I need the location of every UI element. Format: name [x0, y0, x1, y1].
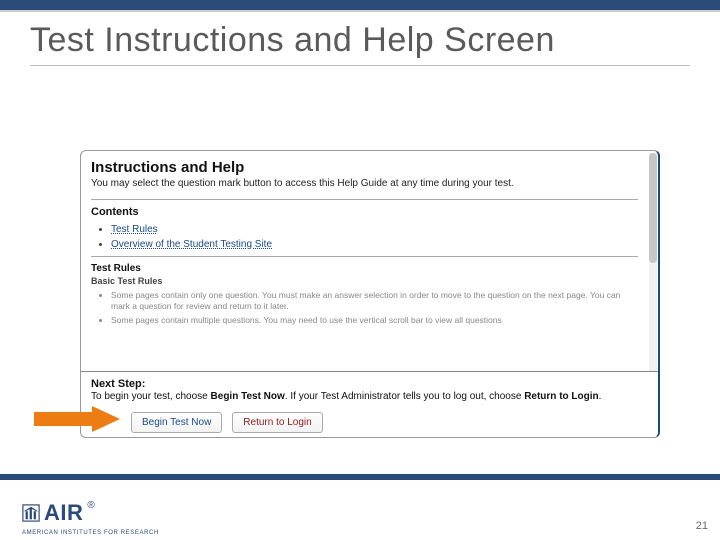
scrollbar-thumb[interactable]: [649, 153, 657, 263]
footer-panel: Next Step: To begin your test, choose Be…: [81, 371, 658, 437]
title-rule: [30, 65, 690, 66]
next-step-text: To begin your test, choose Begin Test No…: [91, 391, 648, 404]
text: .: [599, 391, 602, 402]
next-step-label: Next Step:: [91, 378, 648, 390]
registered-mark: ®: [87, 500, 94, 511]
app-window: Instructions and Help You may select the…: [80, 150, 660, 438]
list-item: Test Rules: [111, 224, 638, 235]
basic-rules-heading: Basic Test Rules: [91, 276, 638, 286]
contents-list: Test Rules Overview of the Student Testi…: [91, 224, 638, 250]
slide: Test Instructions and Help Screen Instru…: [0, 0, 720, 540]
footer-strip: AIR ® AMERICAN INSTITUTES FOR RESEARCH 2…: [0, 474, 720, 540]
list-item: Some pages contain only one question. Yo…: [111, 290, 638, 313]
page-number: 21: [696, 520, 708, 532]
toc-link-overview[interactable]: Overview of the Student Testing Site: [111, 239, 272, 250]
text-bold: Begin Test Now: [211, 391, 285, 402]
list-item: Some pages contain multiple questions. Y…: [111, 315, 638, 326]
logo-text: AIR: [44, 500, 83, 526]
rules-list: Some pages contain only one question. Yo…: [91, 290, 638, 327]
divider: [91, 256, 638, 257]
logo-subtext: AMERICAN INSTITUTES FOR RESEARCH: [22, 530, 159, 536]
begin-test-button[interactable]: Begin Test Now: [131, 412, 222, 433]
contents-heading: Contents: [91, 206, 638, 218]
top-accent-bar: [0, 0, 720, 12]
logo-mark-icon: [22, 504, 40, 522]
title-area: Test Instructions and Help Screen: [0, 12, 720, 66]
help-heading: Instructions and Help: [91, 159, 638, 176]
page-title: Test Instructions and Help Screen: [30, 22, 690, 59]
list-item: Overview of the Student Testing Site: [111, 239, 638, 250]
return-to-login-button[interactable]: Return to Login: [232, 412, 322, 433]
air-logo: AIR ®: [22, 500, 95, 526]
toc-link-test-rules[interactable]: Test Rules: [111, 224, 158, 235]
rules-heading: Test Rules: [91, 263, 638, 274]
help-subtext: You may select the question mark button …: [91, 178, 638, 191]
divider: [91, 199, 638, 200]
text: To begin your test, choose: [91, 391, 211, 402]
text-bold: Return to Login: [524, 391, 598, 402]
vertical-scrollbar[interactable]: [649, 153, 657, 371]
text: . If your Test Administrator tells you t…: [285, 391, 524, 402]
help-content: Instructions and Help You may select the…: [81, 151, 648, 371]
button-row: Begin Test Now Return to Login: [91, 412, 648, 433]
callout-arrow-icon: [34, 406, 120, 432]
